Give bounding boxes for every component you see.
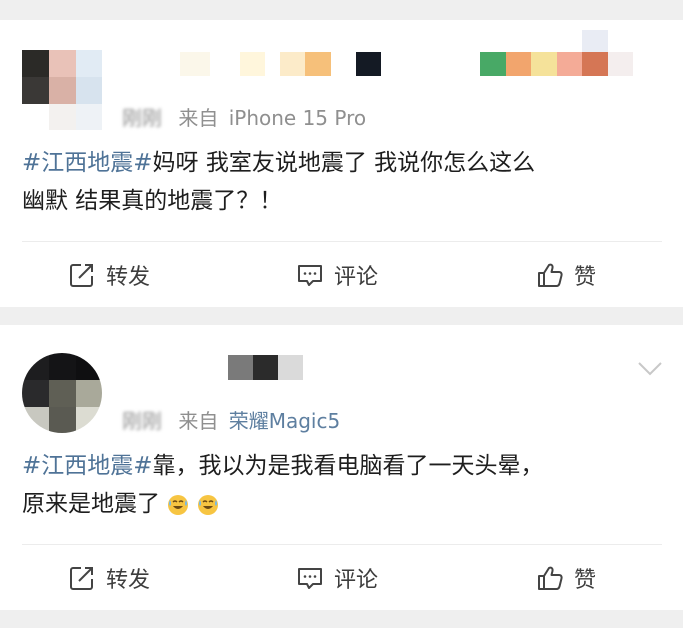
thumbs-up-icon: [538, 263, 563, 287]
username-redacted[interactable]: [228, 355, 308, 381]
comment-button[interactable]: 评论: [296, 255, 378, 295]
next-post-edge: [0, 628, 683, 640]
comment-button[interactable]: 评论: [296, 558, 378, 598]
sweat-smile-emoji: [168, 494, 189, 515]
post-meta: 刚刚 来自 荣耀Magic5: [122, 405, 340, 434]
like-label: 赞: [574, 265, 597, 290]
source-prefix: 来自: [178, 409, 219, 433]
post-card-1: 刚刚 来自 iPhone 15 Pro #江西地震#妈呀 我室友说地震了 我说你…: [0, 20, 683, 307]
avatar[interactable]: [22, 353, 102, 433]
comment-label: 评论: [334, 568, 379, 593]
hashtag-link[interactable]: #江西地震#: [22, 453, 153, 479]
post-text-line2: 幽默 结果真的地震了？！: [22, 188, 283, 214]
action-bar: 转发 评论 赞: [0, 255, 683, 295]
like-button[interactable]: 赞: [536, 255, 596, 295]
action-bar: 转发 评论 赞: [0, 558, 683, 598]
post-text-line2: 原来是地震了: [22, 491, 160, 517]
post-source[interactable]: 荣耀Magic5: [229, 409, 340, 433]
repost-button[interactable]: 转发: [68, 255, 150, 295]
divider: [22, 544, 662, 545]
divider: [22, 241, 662, 242]
like-label: 赞: [574, 568, 597, 593]
post-text-line1: 妈呀 我室友说地震了 我说你怎么这么: [152, 150, 536, 176]
post-time: 刚刚: [122, 106, 162, 130]
thumbs-up-icon: [538, 566, 563, 590]
repost-icon: [70, 264, 93, 287]
avatar[interactable]: [22, 50, 102, 130]
chevron-down-icon[interactable]: [637, 361, 663, 377]
source-prefix: 来自: [178, 106, 219, 130]
post-source: iPhone 15 Pro: [228, 106, 367, 130]
hashtag-link[interactable]: #江西地震#: [22, 150, 153, 176]
post-meta: 刚刚 来自 iPhone 15 Pro: [122, 102, 366, 131]
repost-label: 转发: [106, 265, 151, 290]
sweat-smile-emoji: [197, 494, 218, 515]
like-button[interactable]: 赞: [536, 558, 596, 598]
comment-icon: [298, 568, 322, 589]
post-card-2: 刚刚 来自 荣耀Magic5 #江西地震#靠，我以为是我看电脑看了一天头晕， 原…: [0, 325, 683, 610]
comment-icon: [298, 265, 322, 286]
repost-label: 转发: [106, 568, 151, 593]
comment-label: 评论: [334, 265, 379, 290]
post-text: #江西地震#靠，我以为是我看电脑看了一天头晕， 原来是地震了: [22, 447, 662, 523]
repost-icon: [70, 567, 93, 590]
repost-button[interactable]: 转发: [68, 558, 150, 598]
username-redacted[interactable]: [180, 30, 660, 78]
post-text: #江西地震#妈呀 我室友说地震了 我说你怎么这么 幽默 结果真的地震了？！: [22, 144, 662, 220]
post-time: 刚刚: [122, 409, 162, 433]
post-text-line1: 靠，我以为是我看电脑看了一天头晕，: [152, 453, 544, 479]
